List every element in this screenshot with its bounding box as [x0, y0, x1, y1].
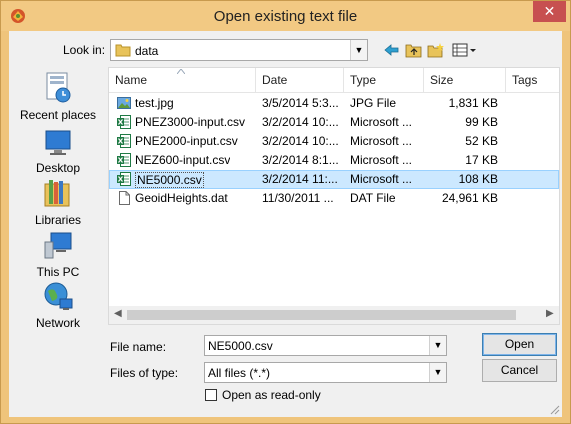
- up-folder-icon[interactable]: [405, 42, 423, 58]
- file-size: 1,831 KB: [448, 96, 498, 110]
- column-header-date[interactable]: Date: [256, 68, 344, 92]
- file-name: test.jpg: [135, 96, 174, 110]
- excel-file-icon: [117, 115, 131, 129]
- file-date: 3/5/2014 5:3...: [262, 96, 339, 110]
- readonly-label: Open as read-only: [222, 388, 321, 402]
- lookin-value: data: [135, 44, 159, 58]
- file-size: 24,961 KB: [441, 191, 498, 205]
- sort-ascending-icon: [177, 69, 185, 74]
- scroll-right-icon[interactable]: ▶: [546, 308, 554, 319]
- file-size: 52 KB: [465, 134, 498, 148]
- file-date: 3/2/2014 10:...: [262, 134, 339, 148]
- filetype-value: All files (*.*): [208, 366, 271, 380]
- file-name: NEZ600-input.csv: [135, 153, 231, 167]
- scroll-left-icon[interactable]: ◀: [114, 308, 122, 319]
- file-date: 11/30/2011 ...: [262, 191, 334, 205]
- lookin-combo[interactable]: data ▼: [110, 39, 368, 61]
- chevron-down-icon[interactable]: ▼: [429, 336, 446, 355]
- title-bar[interactable]: Open existing text file ✕: [1, 1, 570, 31]
- column-header-size[interactable]: Size: [424, 68, 506, 92]
- file-list[interactable]: Name Date Type Size Tags test.jpg 3/5/20…: [108, 67, 560, 325]
- network-icon: [44, 282, 73, 310]
- file-type: DAT File: [350, 191, 396, 205]
- close-button[interactable]: ✕: [533, 1, 566, 22]
- place-libraries[interactable]: Libraries: [11, 178, 105, 227]
- file-date: 3/2/2014 8:1...: [262, 153, 339, 167]
- file-date: 3/2/2014 10:...: [262, 115, 339, 129]
- desktop-icon: [45, 130, 71, 155]
- filetype-label: Files of type:: [110, 366, 179, 380]
- this-pc-icon: [44, 232, 72, 259]
- readonly-checkbox[interactable]: [205, 389, 217, 401]
- image-file-icon: [117, 97, 131, 109]
- chevron-down-icon[interactable]: ▼: [350, 40, 367, 60]
- horizontal-scrollbar[interactable]: ◀ ▶: [109, 306, 559, 324]
- chevron-down-icon[interactable]: ▼: [429, 363, 446, 382]
- dialog-client: Look in: data ▼ Recent places Desktop Li…: [9, 31, 562, 417]
- file-size: 108 KB: [458, 172, 498, 186]
- place-recent-places[interactable]: Recent places: [11, 71, 105, 122]
- place-label: Desktop: [35, 161, 81, 175]
- file-name: PNEZ3000-input.csv: [135, 115, 246, 129]
- file-row[interactable]: GeoidHeights.dat 11/30/2011 ... DAT File…: [109, 189, 559, 208]
- place-network[interactable]: Network: [11, 281, 105, 330]
- filename-value: NE5000.csv: [208, 339, 273, 353]
- excel-file-icon: [117, 134, 131, 148]
- resize-grip-icon[interactable]: [550, 405, 560, 415]
- folder-icon: [115, 44, 131, 57]
- libraries-icon: [44, 180, 70, 207]
- file-row-selected[interactable]: NE5000.csv 3/2/2014 11:... Microsoft ...…: [109, 170, 559, 189]
- place-this-pc[interactable]: This PC: [11, 230, 105, 279]
- file-name: NE5000.csv: [135, 172, 204, 188]
- file-type: Microsoft ...: [350, 172, 413, 186]
- file-type: Microsoft ...: [350, 134, 413, 148]
- filename-input[interactable]: NE5000.csv ▼: [204, 335, 447, 356]
- file-row[interactable]: PNE2000-input.csv 3/2/2014 10:... Micros…: [109, 132, 559, 151]
- file-name: PNE2000-input.csv: [135, 134, 238, 148]
- file-type: Microsoft ...: [350, 115, 413, 129]
- excel-file-icon: [117, 153, 131, 167]
- file-type: Microsoft ...: [350, 153, 413, 167]
- view-menu-icon[interactable]: [452, 42, 478, 58]
- back-arrow-icon[interactable]: [383, 42, 401, 58]
- new-folder-icon[interactable]: [427, 42, 445, 58]
- file-size: 17 KB: [465, 153, 498, 167]
- filetype-select[interactable]: All files (*.*) ▼: [204, 362, 447, 383]
- window-title: Open existing text file: [213, 8, 358, 25]
- place-label: Recent places: [19, 108, 97, 122]
- place-label: Network: [35, 316, 80, 330]
- file-date: 3/2/2014 11:...: [262, 172, 338, 186]
- file-name: GeoidHeights.dat: [135, 191, 228, 205]
- cancel-button[interactable]: Cancel: [482, 359, 557, 382]
- dialog-window: Open existing text file ✕ Look in: data …: [0, 0, 571, 424]
- file-row[interactable]: test.jpg 3/5/2014 5:3... JPG File 1,831 …: [109, 94, 559, 113]
- file-type: JPG File: [350, 96, 397, 110]
- generic-file-icon: [119, 191, 130, 205]
- file-row[interactable]: PNEZ3000-input.csv 3/2/2014 10:... Micro…: [109, 113, 559, 132]
- column-header-tags[interactable]: Tags: [506, 68, 559, 92]
- column-header-type[interactable]: Type: [344, 68, 424, 92]
- recent-places-icon: [46, 72, 71, 103]
- file-row[interactable]: NEZ600-input.csv 3/2/2014 8:1... Microso…: [109, 151, 559, 170]
- place-desktop[interactable]: Desktop: [11, 128, 105, 175]
- lookin-label: Look in:: [63, 43, 106, 57]
- scrollbar-thumb[interactable]: [127, 310, 516, 320]
- place-label: This PC: [36, 265, 80, 279]
- filename-label: File name:: [110, 340, 167, 354]
- file-size: 99 KB: [465, 115, 498, 129]
- open-button[interactable]: Open: [482, 333, 557, 356]
- place-label: Libraries: [34, 213, 82, 227]
- excel-file-icon: [117, 172, 131, 186]
